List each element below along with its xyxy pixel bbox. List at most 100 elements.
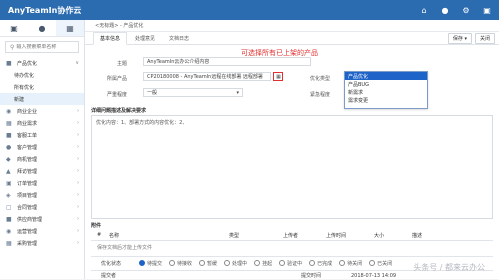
menu-icon: ▲: [6, 167, 11, 175]
column-header: 上传者: [283, 233, 299, 239]
sidebar-item-label: 客服工单: [17, 132, 38, 139]
sidebar-subitem-new[interactable]: 新建: [0, 93, 84, 105]
status-option-label: 已关闭: [377, 260, 393, 267]
chevron-down-icon: ∨: [75, 60, 79, 66]
sidebar-subitem-all[interactable]: 所有优化: [0, 81, 84, 93]
submitter-label: 提交者: [101, 273, 117, 279]
sidebar-item-label: 拜访管理: [17, 168, 38, 175]
menu-icon: ◈: [6, 191, 11, 199]
column-header: 名称: [109, 233, 120, 239]
menu-icon: ▢: [6, 203, 12, 211]
status-radio-option[interactable]: 暂缓: [199, 260, 217, 267]
chevron-right-icon: ›: [77, 120, 79, 126]
person-icon[interactable]: ●: [28, 20, 56, 36]
tab-document-log[interactable]: 文档日志: [163, 33, 195, 44]
attachments-header: # 名称 类型 上传者 上传时间 大小 描述: [91, 230, 493, 241]
dropdown-option[interactable]: 新需求: [345, 88, 427, 96]
search-icon: ⚲: [10, 43, 15, 51]
status-radio-option[interactable]: 已完成: [309, 260, 332, 267]
description-title: 详细问题描述及解决要求: [91, 108, 147, 114]
chevron-right-icon: ›: [77, 144, 79, 150]
column-header: 大小: [374, 233, 385, 239]
menu-icon: ◉: [6, 227, 12, 235]
status-radio-option[interactable]: 验证中: [279, 260, 302, 267]
attachments-hint: 保存文档后才能上传文件: [97, 245, 153, 251]
submit-time-value: 2018-07-13 14:09: [351, 272, 397, 279]
sidebar-item[interactable]: ◆ 商机管理 ›: [0, 153, 84, 165]
sidebar-item[interactable]: ▲ 拜访管理 ›: [0, 165, 84, 177]
save-button[interactable]: 保存 ▾: [447, 33, 472, 44]
status-radio-option[interactable]: 已关闭: [369, 260, 392, 267]
sidebar-item[interactable]: ■ 客服工单 ›: [0, 129, 84, 141]
sidebar-item[interactable]: ▦ 采购管理 ›: [0, 237, 84, 249]
radio-icon: [169, 260, 176, 266]
sidebar-item[interactable]: ◉ 运营管理 ›: [0, 225, 84, 237]
menu-search-input[interactable]: [16, 44, 87, 50]
chevron-right-icon: ›: [77, 132, 79, 138]
status-option-label: 待关闭: [347, 260, 363, 267]
status-option-label: 验证中: [287, 260, 303, 267]
column-header: 上传时间: [326, 233, 347, 239]
main-panel: <无标题> - 产品优化 基本信息 处理意见 文档日志 保存 ▾ 关闭 主题 A…: [85, 20, 499, 279]
sidebar-item-product-optimization[interactable]: ■ 产品优化 ∨: [0, 57, 84, 69]
status-option-label: 待接收: [177, 260, 193, 267]
radio-icon: [339, 260, 346, 266]
sidebar-item-label: 合同管理: [17, 204, 38, 211]
home-icon[interactable]: ⌂: [418, 4, 430, 16]
sidebar-item[interactable]: ◉ 商业企业 ›: [0, 105, 84, 117]
status-radio-option[interactable]: 挂起: [254, 260, 272, 267]
description-textarea[interactable]: 优化内容：1、部署方式的内容优化：2、: [91, 115, 493, 219]
folder-icon: ■: [6, 59, 12, 67]
sidebar-item[interactable]: ◈ 项目管理 ›: [0, 189, 84, 201]
sidebar: ▣ ● ▦ ⚲ ■ 产品优化 ∨ 待办优化 所有优化 新建 ◉ 商业企业 › ▦ 商业需…: [0, 20, 87, 279]
grid-icon[interactable]: ▦: [56, 20, 84, 36]
menu-icon: ●: [6, 143, 12, 151]
opt-type-dropdown[interactable]: 产品优化 产品BUG 新需求 需求变更: [344, 71, 428, 109]
status-radio-option[interactable]: 待接收: [169, 260, 192, 267]
dropdown-option[interactable]: 产品优化: [345, 72, 427, 80]
product-picker-icon[interactable]: ▦: [273, 72, 283, 81]
chevron-right-icon: ›: [77, 108, 79, 114]
submit-time-label: 提交时间: [301, 273, 322, 279]
chevron-right-icon: ›: [77, 192, 79, 198]
attachments-title: 附件: [91, 223, 102, 229]
menu-icon: ◉: [6, 107, 12, 115]
sidebar-item-label: 商业需求: [17, 120, 38, 127]
gear-icon[interactable]: ⚙: [460, 4, 472, 16]
tab-handling-opinion[interactable]: 处理意见: [129, 33, 161, 44]
status-option-label: 处理中: [232, 260, 248, 267]
sidebar-item[interactable]: ● 客户管理 ›: [0, 141, 84, 153]
product-field[interactable]: CP20180008 - AnyTeamIn远程在线部署 远程部署: [143, 72, 271, 81]
status-radio-option[interactable]: 待关闭: [339, 260, 362, 267]
sidebar-item[interactable]: ▦ 商业需求 ›: [0, 117, 84, 129]
severity-label: 严重程度: [107, 92, 128, 98]
sidebar-item-label: 采购管理: [17, 240, 38, 247]
chevron-right-icon: ›: [77, 168, 79, 174]
chevron-right-icon: ›: [77, 216, 79, 222]
user-icon[interactable]: ●: [439, 4, 451, 16]
column-header: #: [97, 232, 102, 238]
severity-select[interactable]: 一般 ▾: [143, 88, 243, 97]
sidebar-subitem-pending[interactable]: 待办优化: [0, 69, 84, 81]
chevron-right-icon: ›: [77, 240, 79, 246]
tab-basic-info[interactable]: 基本信息: [93, 32, 128, 45]
logout-icon[interactable]: ▣: [481, 4, 493, 16]
subject-field[interactable]: AnyTeamIn云办公介绍内容: [143, 57, 311, 66]
sidebar-item[interactable]: ▣ 订单管理 ›: [0, 177, 84, 189]
radio-icon: [369, 260, 376, 266]
chevron-right-icon: ›: [77, 156, 79, 162]
radio-icon: [139, 260, 145, 266]
briefcase-icon[interactable]: ▣: [0, 20, 28, 36]
status-radio-option[interactable]: 待提交: [139, 260, 162, 267]
menu-icon: ▦: [6, 239, 12, 247]
status-radio-option[interactable]: 处理中: [224, 260, 247, 267]
dropdown-option[interactable]: 产品BUG: [345, 80, 427, 88]
close-button[interactable]: 关闭: [474, 33, 495, 44]
dropdown-option[interactable]: 需求变更: [345, 96, 427, 104]
sidebar-item[interactable]: ▢ 合同管理 ›: [0, 201, 84, 213]
menu-icon: ▣: [6, 179, 12, 187]
status-option-label: 挂起: [262, 260, 273, 267]
subject-label: 主题: [117, 61, 128, 67]
sidebar-item[interactable]: ■ 供应商管理 ›: [0, 213, 84, 225]
menu-search-field[interactable]: ⚲: [5, 41, 87, 53]
